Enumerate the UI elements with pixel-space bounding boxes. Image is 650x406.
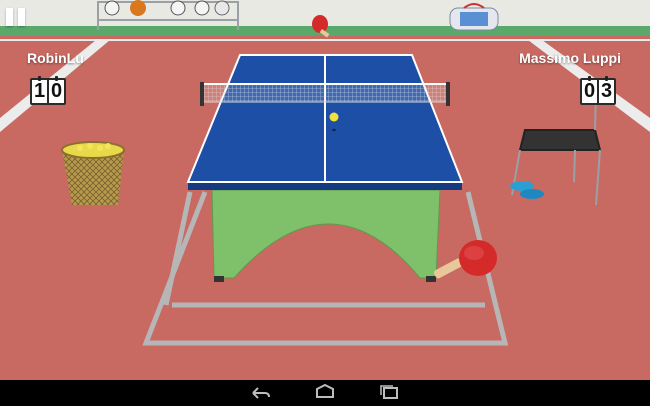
score-digit: 1 [32, 76, 47, 103]
home-icon [316, 383, 334, 398]
system-navigation-bar [0, 380, 650, 406]
sports-bag [449, 3, 499, 31]
score-digit: 0 [582, 76, 597, 103]
player-right-name: Massimo Luppi [519, 50, 621, 66]
ball-basket [61, 141, 125, 205]
home-button[interactable] [310, 383, 340, 403]
table-net [200, 82, 450, 106]
recent-apps-icon [380, 385, 398, 399]
score-digit: 0 [49, 76, 64, 103]
recent-apps-button[interactable] [375, 383, 405, 403]
scoreboard-left: 1 0 [30, 76, 66, 105]
score-digit: 3 [599, 76, 614, 103]
pause-icon [6, 8, 13, 26]
back-button[interactable] [245, 383, 275, 403]
back-icon [252, 387, 270, 399]
game-scene[interactable]: RobinLu Massimo Luppi 1 0 0 3 [0, 0, 650, 406]
scoreboard-right: 0 3 [580, 76, 616, 105]
pause-button[interactable] [6, 8, 28, 26]
player-left-name: RobinLu [27, 50, 84, 66]
